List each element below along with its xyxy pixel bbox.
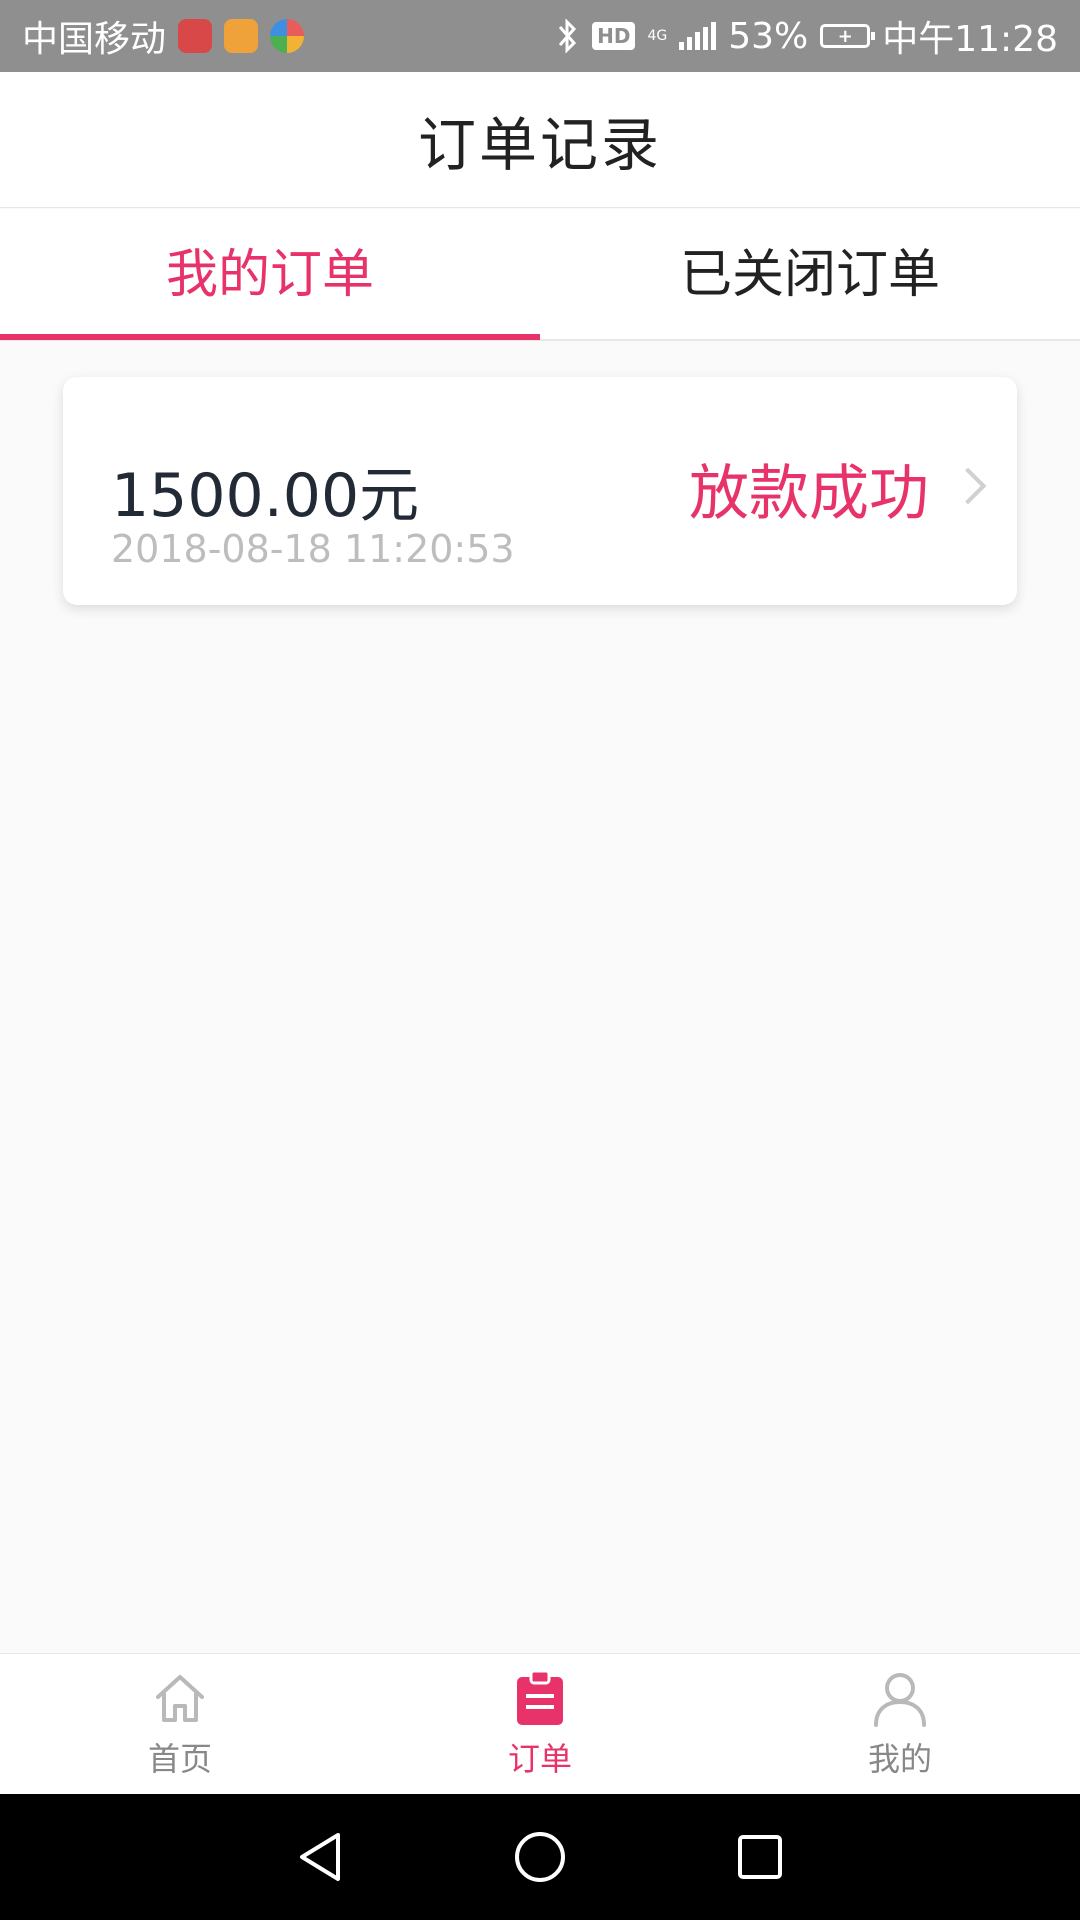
status-bar: 中国移动 HD 4G 53% + 中午11:28 bbox=[0, 0, 1080, 72]
battery-percent: 53% bbox=[728, 15, 809, 57]
app-notification-icon bbox=[270, 19, 305, 53]
nav-item-profile[interactable]: 我的 bbox=[720, 1654, 1080, 1794]
app-notification-icon bbox=[178, 19, 213, 53]
network-type-label: 4G bbox=[647, 28, 668, 44]
nav-label-home: 首页 bbox=[147, 1740, 212, 1778]
bluetooth-icon bbox=[558, 18, 577, 54]
page-title: 订单记录 bbox=[417, 110, 662, 179]
home-icon bbox=[156, 1675, 204, 1722]
home-button[interactable] bbox=[510, 1827, 570, 1887]
chevron-right-icon bbox=[949, 467, 987, 505]
clipboard-icon bbox=[517, 1669, 563, 1725]
order-amount: 1500.00元 bbox=[111, 461, 420, 531]
order-status: 放款成功 bbox=[689, 459, 929, 529]
page-header: 订单记录 bbox=[0, 72, 1080, 208]
back-triangle-icon bbox=[300, 1833, 340, 1881]
order-card[interactable]: 1500.00元 2018-08-18 11:20:53 放款成功 bbox=[63, 377, 1017, 605]
user-icon bbox=[874, 1673, 926, 1727]
order-tabs: 我的订单 已关闭订单 bbox=[0, 209, 1080, 341]
back-button[interactable] bbox=[290, 1827, 350, 1887]
home-circle-icon bbox=[515, 1832, 565, 1882]
recents-square-icon bbox=[738, 1835, 782, 1879]
tab-closed-orders[interactable]: 已关闭订单 bbox=[540, 209, 1080, 339]
nav-label-orders: 订单 bbox=[507, 1740, 572, 1778]
system-nav-bar bbox=[0, 1794, 1080, 1920]
carrier-label: 中国移动 bbox=[22, 19, 167, 60]
signal-strength-icon bbox=[679, 22, 717, 50]
order-records-screen: 中国移动 HD 4G 53% + 中午11:28 订单记录 我的订单 已关闭订单… bbox=[0, 0, 1080, 1920]
tab-my-orders[interactable]: 我的订单 bbox=[0, 209, 540, 340]
order-datetime: 2018-08-18 11:20:53 bbox=[111, 527, 515, 571]
bottom-nav: 首页 订单 我的 bbox=[0, 1653, 1080, 1794]
battery-charging-icon: + bbox=[820, 24, 876, 48]
app-notification-icon bbox=[224, 19, 259, 53]
nav-item-orders[interactable]: 订单 bbox=[360, 1654, 720, 1794]
nav-label-profile: 我的 bbox=[867, 1740, 932, 1778]
status-bar-right: HD 4G 53% + 中午11:28 bbox=[556, 10, 1058, 62]
hd-badge: HD bbox=[592, 22, 636, 50]
nav-item-home[interactable]: 首页 bbox=[0, 1654, 360, 1794]
clock: 中午11:28 bbox=[882, 19, 1058, 60]
recents-button[interactable] bbox=[730, 1827, 790, 1887]
status-bar-left: 中国移动 bbox=[22, 10, 305, 62]
